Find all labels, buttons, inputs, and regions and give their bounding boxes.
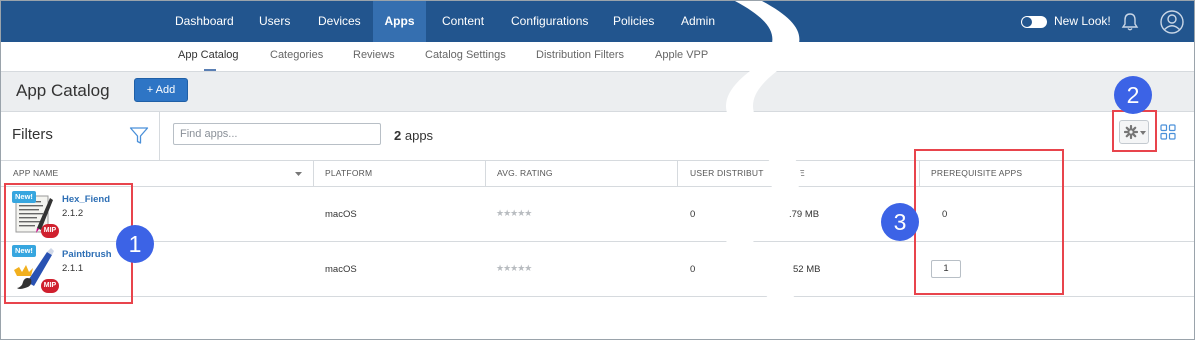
new-look-toggle[interactable]: [1021, 16, 1047, 28]
grid-view-icon[interactable]: [1160, 124, 1176, 140]
sort-caret-icon[interactable]: [295, 172, 302, 176]
app-count-label: apps: [404, 128, 434, 143]
nav-configurations[interactable]: Configurations: [511, 1, 588, 42]
user-distribution-cell: 0: [690, 264, 696, 275]
platform-cell: macOS: [325, 264, 357, 275]
top-navigation-bar: Dashboard Users Devices Apps Content Con…: [1, 1, 1194, 42]
highlight-box-prerequisite-apps: [914, 149, 1064, 295]
callout-3: 3: [881, 203, 919, 241]
column-divider: [677, 161, 678, 186]
column-header-user-distribution[interactable]: USER DISTRIBUT: [690, 161, 770, 186]
nav-devices[interactable]: Devices: [318, 1, 361, 42]
tab-app-catalog[interactable]: App Catalog: [178, 42, 239, 71]
platform-cell: macOS: [325, 209, 357, 220]
bell-icon[interactable]: [1120, 12, 1140, 32]
column-header-avg-rating[interactable]: AVG. RATING: [497, 161, 553, 186]
active-tab-indicator: [204, 69, 216, 71]
column-divider: [485, 161, 486, 186]
user-distribution-cell: 0: [690, 209, 696, 220]
sub-navigation-bar: App Catalog Categories Reviews Catalog S…: [1, 42, 1194, 72]
toggle-switch-icon: [1022, 17, 1032, 27]
column-divider: [313, 161, 314, 186]
rating-stars: ★★★★★: [496, 208, 532, 218]
tab-distribution-filters[interactable]: Distribution Filters: [536, 42, 624, 71]
nav-apps[interactable]: Apps: [373, 1, 426, 42]
app-count: 2 apps: [394, 128, 433, 143]
nav-dashboard[interactable]: Dashboard: [175, 1, 234, 42]
app-window: Dashboard Users Devices Apps Content Con…: [0, 0, 1195, 340]
size-cell: 52 MB: [793, 264, 821, 275]
callout-2: 2: [1114, 76, 1152, 114]
add-app-button[interactable]: + Add: [134, 78, 188, 102]
nav-admin[interactable]: Admin: [681, 1, 715, 42]
filter-divider: [159, 112, 160, 160]
tab-reviews[interactable]: Reviews: [353, 42, 395, 71]
rating-stars: ★★★★★: [496, 263, 532, 273]
nav-policies[interactable]: Policies: [613, 1, 654, 42]
page-header: App Catalog + Add: [1, 72, 1194, 112]
nav-content[interactable]: Content: [442, 1, 484, 42]
size-cell: .79 MB: [789, 209, 820, 220]
filters-label: Filters: [12, 126, 53, 143]
column-header-size[interactable]: IZE: [791, 161, 805, 186]
tab-apple-vpp[interactable]: Apple VPP: [655, 42, 708, 71]
tab-catalog-settings[interactable]: Catalog Settings: [425, 42, 506, 71]
column-header-platform[interactable]: PLATFORM: [325, 161, 372, 186]
search-input[interactable]: [173, 123, 381, 145]
user-avatar-icon[interactable]: [1160, 10, 1184, 34]
page-title: App Catalog: [16, 81, 110, 100]
tab-categories[interactable]: Categories: [270, 42, 323, 71]
highlight-box-settings: [1112, 110, 1157, 152]
new-look-label: New Look!: [1054, 14, 1111, 28]
app-count-number: 2: [394, 128, 402, 143]
callout-1: 1: [116, 225, 154, 263]
nav-users[interactable]: Users: [259, 1, 290, 42]
highlight-box-app-icons: [4, 183, 133, 304]
filter-funnel-icon[interactable]: [129, 126, 149, 146]
